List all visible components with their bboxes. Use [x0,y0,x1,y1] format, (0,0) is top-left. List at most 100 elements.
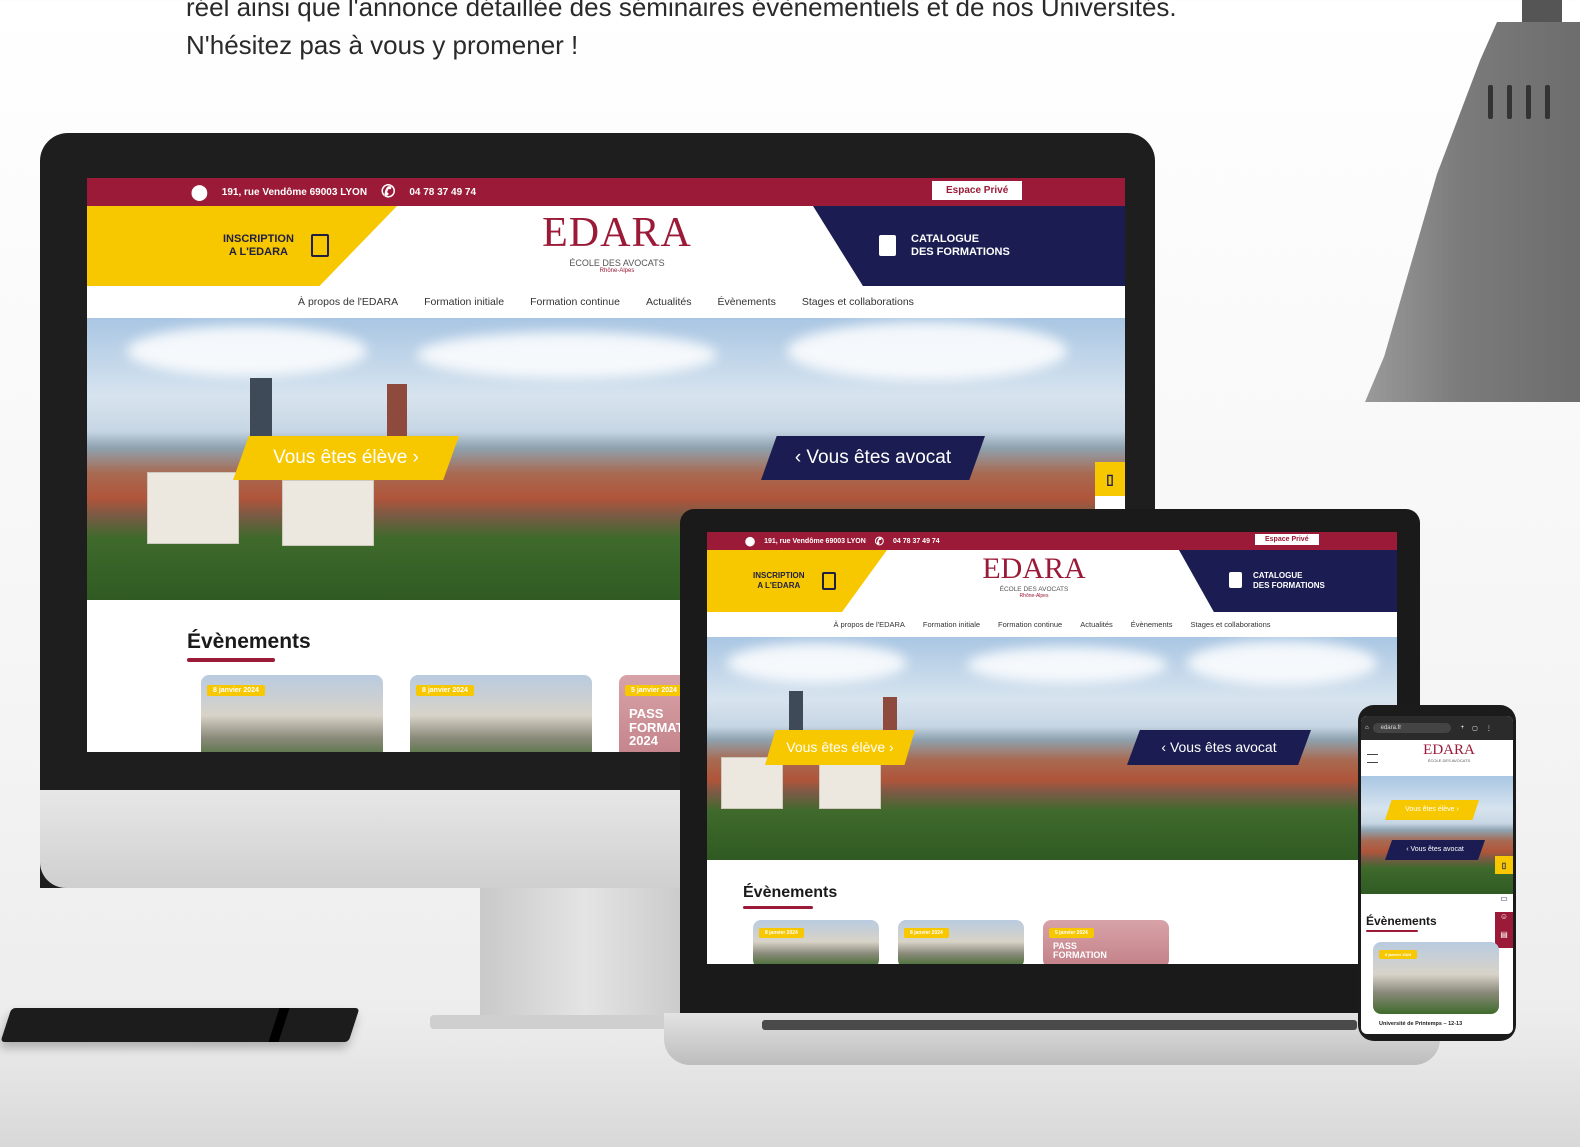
student-cta-button[interactable]: Vous êtes élève › [1385,800,1479,820]
card-date-badge: 8 janvier 2024 [207,685,265,696]
address-text: 191, rue Vendôme 69003 LYON [221,186,368,198]
inscription-button[interactable]: INSCRIPTION A L'EDARA [87,206,397,286]
logo-subtitle: ÉCOLE DES AVOCATS [569,258,665,268]
document-icon [822,572,836,590]
nav-events[interactable]: Évènements [717,296,775,308]
events-heading: Évènements [187,630,311,662]
nav-initial-training[interactable]: Formation initiale [424,296,504,308]
catalogue-label-1: CATALOGUE [1253,571,1303,580]
logo-subtitle: ÉCOLE DES AVOCATS [1427,758,1471,763]
events-heading-text: Évènements [1366,914,1437,928]
private-space-button[interactable]: Espace Privé [1255,534,1319,545]
catalogue-label-2: DES FORMATIONS [911,246,1010,258]
private-space-button[interactable]: Espace Privé [932,181,1023,200]
card-date-badge: 8 janvier 2024 [1379,950,1418,959]
book-icon [1229,572,1242,588]
event-card[interactable]: 8 janvier 2024 [753,920,879,964]
nav-news[interactable]: Actualités [1080,620,1113,629]
nav-about[interactable]: À propos de l'EDARA [833,620,904,629]
card-date-badge: 8 janvier 2024 [759,928,804,938]
event-card-pass[interactable]: 5 janvier 2024 PASS FORMATION [1043,920,1169,964]
side-book-icon[interactable]: ▭ [1495,894,1513,912]
card-date-badge: 8 janvier 2024 [416,685,474,696]
lawyer-cta-button[interactable]: ‹ Vous êtes avocat [761,436,985,480]
notebook [0,1008,360,1042]
nav-initial-training[interactable]: Formation initiale [923,620,980,629]
site-header: INSCRIPTION A L'EDARA EDARA ÉCOLE DES AV… [707,550,1397,612]
map-pin-icon: ⬤ [191,184,208,201]
logo-text: EDARA [1423,742,1475,758]
new-tab-icon[interactable]: + [1461,725,1465,731]
card-date-badge: 8 janvier 2024 [904,928,949,938]
laptop-website-screen: ⬤ 191, rue Vendôme 69003 LYON ✆ 04 78 37… [707,532,1397,964]
intro-line-2: N'hésitez pas à vous y promener ! [186,30,579,60]
inscription-label-2: A L'EDARA [757,581,801,590]
phone-website-screen: ⌂ edara.fr + ▢ ⋮ EDARA ÉCOLE DES AVOCATS… [1361,716,1513,1034]
edara-logo[interactable]: EDARA ÉCOLE DES AVOCATS Rhône-Alpes [952,552,1116,599]
tower-building [789,691,803,731]
catalogue-label-2: DES FORMATIONS [1253,581,1325,590]
event-card[interactable]: 8 janvier 2024 [1373,942,1499,1014]
document-icon [311,234,329,257]
tower-building [250,378,272,438]
phone-link[interactable]: 04 78 37 49 74 [893,538,940,545]
address-text: 191, rue Vendôme 69003 LYON [764,537,866,545]
nav-internships[interactable]: Stages et collaborations [802,296,914,308]
tower-building-red [883,697,897,733]
main-nav: À propos de l'EDARA Formation initiale F… [707,612,1397,637]
student-cta-button[interactable]: Vous êtes élève › [765,730,915,765]
event-card[interactable]: 8 janvier 2024 [201,675,383,752]
logo-region: Rhône-Alpes [599,268,635,274]
student-cta-button[interactable]: Vous êtes élève › [233,436,459,480]
tabs-icon[interactable]: ▢ [1472,725,1478,732]
nav-continuing-training[interactable]: Formation continue [998,620,1062,629]
lawyer-cta-button[interactable]: ‹ Vous êtes avocat [1127,730,1311,765]
url-field[interactable]: edara.fr [1372,723,1451,733]
side-user-icon[interactable]: ☺ [1495,912,1513,930]
events-heading: Évènements [1366,914,1437,932]
nav-internships[interactable]: Stages et collaborations [1190,620,1270,629]
hamburger-menu-icon[interactable] [1367,754,1378,763]
nav-news[interactable]: Actualités [646,296,692,308]
phone-icon: ✆ [874,535,884,548]
hero-banner: Vous êtes élève › ‹ Vous êtes avocat [707,637,1397,860]
desk-lamp-shade [1365,22,1580,402]
edara-logo[interactable]: EDARA ÉCOLE DES AVOCATS [1401,742,1497,763]
nav-events[interactable]: Évènements [1131,620,1173,629]
book-icon [879,235,896,256]
catalogue-button[interactable]: CATALOGUE DES FORMATIONS [1179,550,1397,612]
events-heading: Évènements [743,884,837,909]
card-date-badge: 5 janvier 2024 [1049,928,1094,938]
phone-header: EDARA ÉCOLE DES AVOCATS [1361,740,1513,776]
intro-line-1: réel ainsi que l'annonce détaillée des s… [186,0,1177,22]
tower-building-red [387,384,407,438]
intro-text: réel ainsi que l'annonce détaillée des s… [186,0,1376,64]
phone-link[interactable]: 04 78 37 49 74 [409,187,476,198]
logo-text: EDARA [542,210,692,256]
map-pin-icon: ⬤ [745,535,756,546]
home-icon[interactable]: ⌂ [1365,725,1369,731]
laptop-hinge [762,1020,1357,1030]
side-document-icon[interactable]: ▯ [1495,856,1513,874]
inscription-label-1: INSCRIPTION [223,233,294,245]
phone-icon: ✆ [381,182,396,201]
nav-about[interactable]: À propos de l'EDARA [298,296,398,308]
catalogue-button[interactable]: CATALOGUE DES FORMATIONS [813,206,1125,286]
lawyer-cta-button[interactable]: ‹ Vous êtes avocat [1385,840,1485,860]
inscription-label-2: A L'EDARA [228,246,288,258]
event-card[interactable]: 8 janvier 2024 [898,920,1024,964]
phone-side-tabs: ▭ ☺ ▤ [1495,894,1513,948]
lamp-vents [1488,85,1578,125]
event-card[interactable]: 8 janvier 2024 [410,675,592,752]
events-heading-text: Évènements [187,630,311,653]
nav-continuing-training[interactable]: Formation continue [530,296,620,308]
site-header: INSCRIPTION A L'EDARA EDARA ÉCOLE DES AV… [87,206,1125,286]
more-icon[interactable]: ⋮ [1486,725,1492,732]
top-info-bar: ⬤ 191, rue Vendôme 69003 LYON ✆ 04 78 37… [707,532,1397,550]
card-caption: Université de Printemps – 12-13 [1379,1021,1463,1027]
logo-text: EDARA [982,552,1086,585]
inscription-button[interactable]: INSCRIPTION A L'EDARA [707,550,887,612]
edara-logo[interactable]: EDARA ÉCOLE DES AVOCATS Rhône-Alpes [507,208,727,274]
logo-subtitle: ÉCOLE DES AVOCATS [999,586,1069,593]
side-document-icon[interactable]: ▯ [1095,462,1125,496]
